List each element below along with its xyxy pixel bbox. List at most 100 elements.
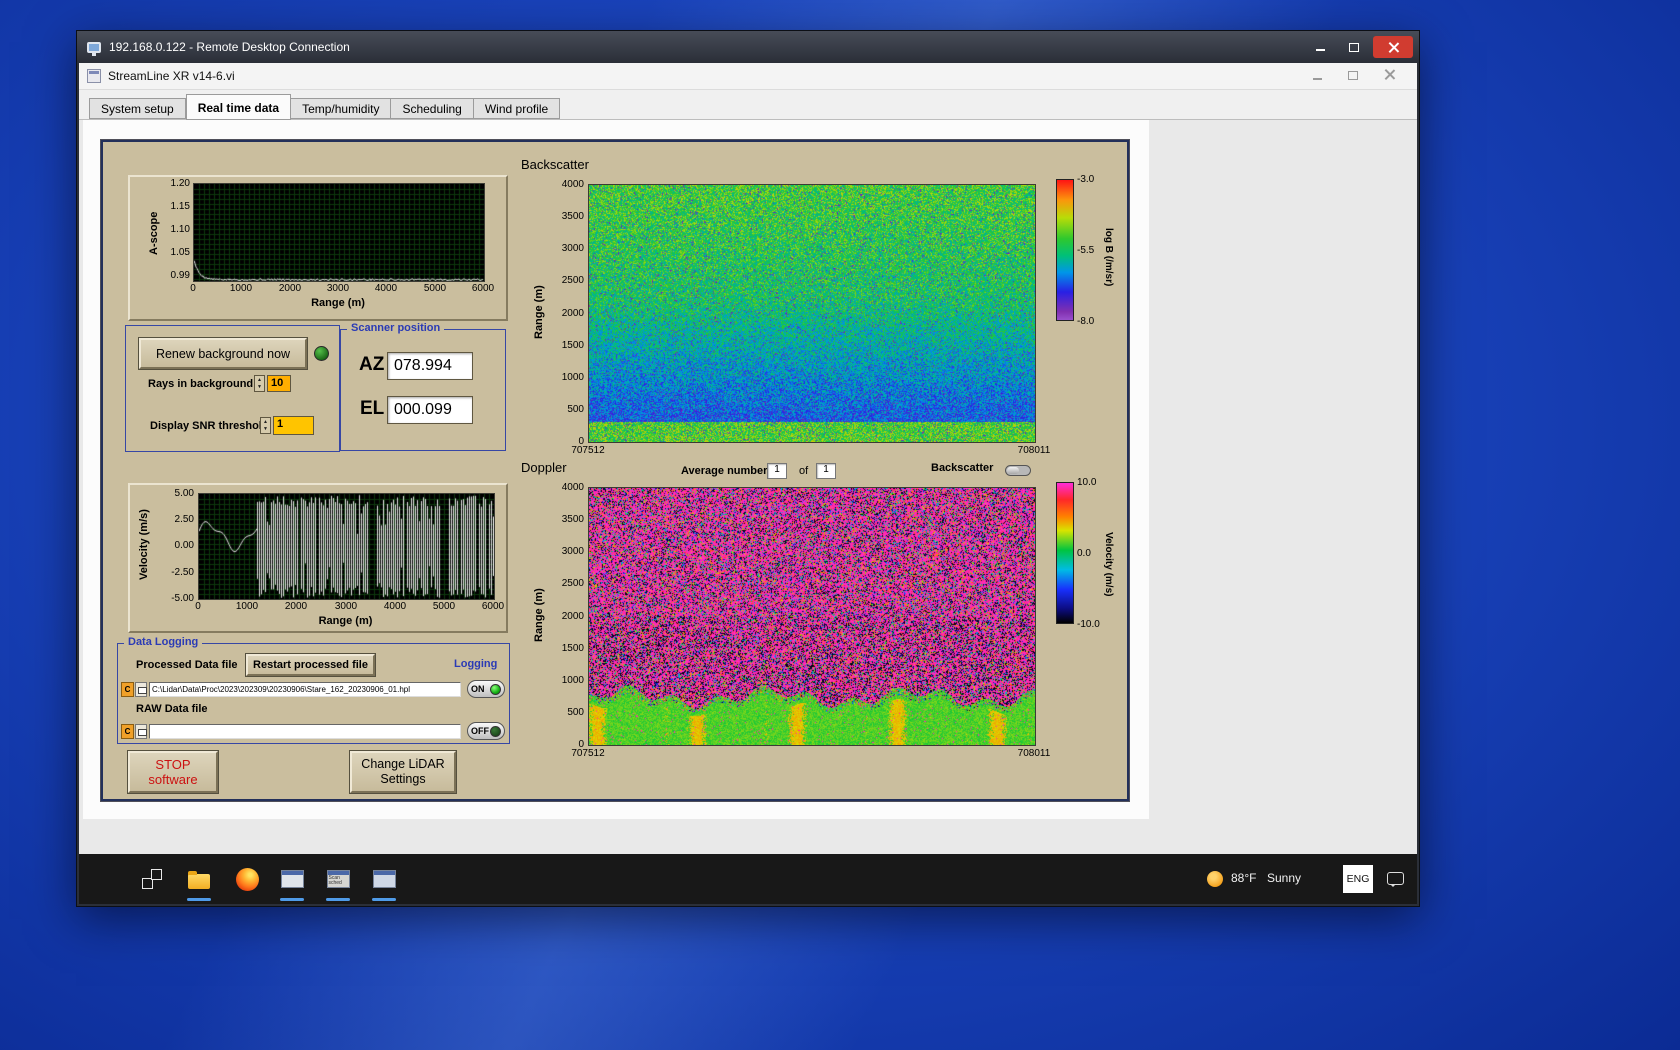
processed-logging-toggle[interactable]: ON <box>467 680 505 698</box>
processed-browse-icon[interactable] <box>135 682 147 697</box>
firefox-icon <box>235 867 259 891</box>
raw-data-file-label: RAW Data file <box>136 703 208 715</box>
raw-path-field[interactable] <box>149 724 461 739</box>
el-label: EL <box>360 398 385 419</box>
sun-icon <box>1207 871 1223 887</box>
notifications-icon[interactable] <box>1387 872 1404 887</box>
tab-temp-humidity[interactable]: Temp/humidity <box>291 98 392 119</box>
labview-app-2-active-indicator <box>372 898 396 901</box>
processed-data-file-label: Processed Data file <box>136 659 238 671</box>
app-title: StreamLine XR v14-6.vi <box>108 69 235 83</box>
snr-spinner[interactable]: ▲ ▼ <box>260 417 271 434</box>
processed-path-field[interactable]: C:\Lidar\Data\Proc\2023\202309\20230906\… <box>149 682 461 697</box>
app-close-button[interactable] <box>1384 69 1395 83</box>
raw-logging-led <box>490 725 501 737</box>
backscatter-x-left: 707512 <box>571 445 605 456</box>
snr-threshold-label: Display SNR threshold <box>150 420 269 432</box>
rays-in-background-label: Rays in background <box>148 378 254 390</box>
app-minimize-button[interactable] <box>1313 69 1322 83</box>
rays-value-field[interactable]: 10 <box>267 375 291 392</box>
average-count-field[interactable]: 1 <box>816 463 836 479</box>
firefox-button[interactable] <box>233 865 261 893</box>
backscatter-x-right: 708011 <box>1017 445 1051 456</box>
language-button[interactable]: ENG <box>1343 865 1373 893</box>
backscatter-toggle[interactable] <box>1005 465 1031 476</box>
renew-background-button[interactable]: Renew background now <box>139 338 307 369</box>
rdp-window: 192.168.0.122 - Remote Desktop Connectio… <box>76 30 1420 907</box>
front-panel: A-scope 1.20 1.15 1.10 1.05 0.99 0 1000 … <box>101 140 1129 801</box>
rdp-close-button[interactable] <box>1373 36 1413 58</box>
velocity-plot <box>198 493 495 600</box>
snr-value-field[interactable]: 1 <box>273 416 314 435</box>
backscatter-ylabel: Range (m) <box>533 285 545 340</box>
scanner-position-title: Scanner position <box>347 322 445 334</box>
rdp-minimize-button[interactable] <box>1305 36 1335 58</box>
el-value-field[interactable]: 000.099 <box>387 396 473 424</box>
data-logging-group: Data Logging Processed Data file Restart… <box>117 636 510 744</box>
labview-app-button-1[interactable] <box>278 865 306 893</box>
remote-desktop-icon <box>87 41 101 56</box>
tab-real-time-data[interactable]: Real time data <box>185 94 292 120</box>
processed-drive-box[interactable]: C <box>121 682 134 697</box>
az-value-field[interactable]: 078.994 <box>387 352 473 380</box>
background-controls-group: Renew background now Rays in background … <box>125 325 340 452</box>
ascope-frame: A-scope 1.20 1.15 1.10 1.05 0.99 0 1000 … <box>128 175 508 321</box>
tab-wind-profile[interactable]: Wind profile <box>473 98 561 119</box>
task-view-button[interactable] <box>138 865 166 893</box>
restart-processed-file-button[interactable]: Restart processed file <box>246 654 375 676</box>
of-label: of <box>799 465 809 477</box>
rays-spinner[interactable]: ▲ ▼ <box>254 375 265 392</box>
background-led-indicator <box>314 346 329 361</box>
spinner-up-icon[interactable]: ▲ <box>255 377 264 383</box>
rdp-title: 192.168.0.122 - Remote Desktop Connectio… <box>109 40 350 54</box>
labview-app-1-active-indicator <box>280 898 304 901</box>
change-lidar-settings-button[interactable]: Change LiDAR Settings <box>350 751 456 793</box>
tab-scheduling[interactable]: Scheduling <box>391 98 474 119</box>
doppler-title: Doppler <box>521 460 567 475</box>
processed-logging-led <box>490 683 501 695</box>
rdp-restore-button[interactable] <box>1339 36 1369 58</box>
vi-icon <box>87 69 101 83</box>
weather-condition[interactable]: Sunny <box>1267 871 1301 885</box>
taskbar: Scan sched 88°F Sunny ENG <box>79 854 1417 904</box>
stop-software-button[interactable]: STOP software <box>128 751 218 793</box>
raw-logging-toggle[interactable]: OFF <box>467 722 505 740</box>
file-explorer-active-indicator <box>187 898 211 901</box>
ascope-xlabel: Range (m) <box>311 297 365 309</box>
app-restore-button[interactable] <box>1348 69 1358 83</box>
average-number-field[interactable]: 1 <box>767 463 787 479</box>
tab-system-setup[interactable]: System setup <box>89 98 186 119</box>
weather-temperature[interactable]: 88°F <box>1231 871 1256 885</box>
scan-scheduler-active-indicator <box>326 898 350 901</box>
backscatter-title: Backscatter <box>521 157 589 172</box>
labview-app-button-2[interactable] <box>370 865 398 893</box>
task-view-icon <box>142 869 162 889</box>
velocity-yaxis: 5.00 2.50 0.00 -2.50 -5.00 <box>171 488 194 604</box>
folder-icon <box>188 870 210 889</box>
doppler-ylabel: Range (m) <box>533 588 545 643</box>
backscatter-cbar-label: log B (/m/sr) <box>1103 227 1114 287</box>
data-logging-title: Data Logging <box>124 636 203 648</box>
backscatter-heatmap <box>588 184 1036 443</box>
spinner-down-icon[interactable]: ▼ <box>255 384 264 390</box>
raw-browse-icon[interactable] <box>135 724 147 739</box>
labview-window-icon <box>280 870 304 888</box>
processed-logging-state: ON <box>471 684 485 694</box>
app-titlebar[interactable]: StreamLine XR v14-6.vi <box>79 63 1417 90</box>
spinner-up-icon[interactable]: ▲ <box>261 419 270 425</box>
az-label: AZ <box>359 354 385 375</box>
rdp-titlebar[interactable]: 192.168.0.122 - Remote Desktop Connectio… <box>77 31 1419 63</box>
file-explorer-button[interactable] <box>185 865 213 893</box>
rdp-client-area: StreamLine XR v14-6.vi System setup Real… <box>79 63 1417 904</box>
velocity-xlabel: Range (m) <box>318 615 373 627</box>
velocity-ylabel: Velocity (m/s) <box>138 509 150 581</box>
scan-scheduler-button[interactable]: Scan sched <box>324 865 352 893</box>
weather-button[interactable] <box>1207 871 1223 887</box>
doppler-colorbar <box>1056 482 1074 624</box>
labview-window-icon <box>372 870 396 888</box>
spinner-down-icon[interactable]: ▼ <box>261 426 270 432</box>
raw-drive-box[interactable]: C <box>121 724 134 739</box>
app-content: A-scope 1.20 1.15 1.10 1.05 0.99 0 1000 … <box>79 120 1417 854</box>
scanner-position-group: Scanner position AZ 078.994 EL 000.099 <box>340 322 506 451</box>
doppler-x-right: 708011 <box>1017 748 1051 759</box>
